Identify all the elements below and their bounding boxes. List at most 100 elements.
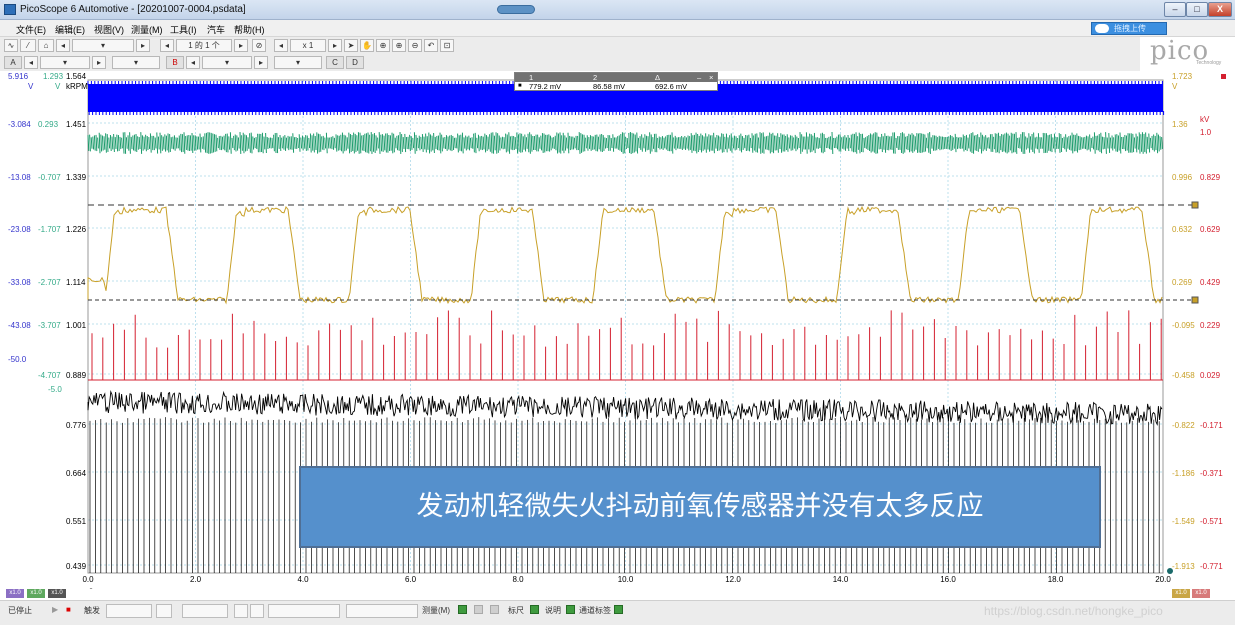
menu-bar: 文件(E) 编辑(E) 视图(V) 测量(M) 工具(I) 汽车 帮助(H) <box>0 20 1235 37</box>
spectrum-icon[interactable]: ⌂ <box>38 39 54 52</box>
scale-right-d: -0.095 <box>1172 321 1195 330</box>
ruler-label: 标尺 <box>508 606 524 615</box>
minimize-icon[interactable]: – <box>697 73 701 82</box>
zoom-prev-button[interactable]: ◂ <box>274 39 288 52</box>
channel-chip-a[interactable]: x1.0 <box>6 589 24 598</box>
hand-tool-icon[interactable]: ✋ <box>360 39 374 52</box>
menu-measure[interactable]: 测量(M) <box>131 23 163 36</box>
zoom-next-button[interactable]: ▸ <box>328 39 342 52</box>
trigger-label: 触发 <box>84 606 100 615</box>
channel-c-label: C <box>332 58 338 67</box>
unit-right: V <box>1172 82 1178 91</box>
scale-right-e: -0.171 <box>1200 421 1223 430</box>
rising-edge-icon[interactable] <box>234 604 248 618</box>
unit-c: kRPM <box>66 82 88 91</box>
channel-chip-e[interactable]: x1.0 <box>1192 589 1210 598</box>
stop-icon[interactable]: ■ <box>66 605 71 614</box>
x-tick-label: 2.0 <box>190 575 202 584</box>
minimize-button[interactable]: – <box>1164 2 1186 17</box>
notes-label: 说明 <box>545 606 561 615</box>
scale-left-a: -23.08 <box>8 225 31 234</box>
zoom-in-icon[interactable]: ⊕ <box>392 39 406 52</box>
channel-b-button[interactable]: B <box>166 56 184 69</box>
scale-left-c: 0.776 <box>66 421 87 430</box>
channel-chip-d[interactable]: x1.0 <box>1172 589 1190 598</box>
channel-d-button[interactable]: D <box>346 56 364 69</box>
channel-d-label: D <box>352 58 358 67</box>
scale-left-b: -4.707 <box>38 371 61 380</box>
channel-a-range-select[interactable]: ▾ <box>40 56 90 69</box>
persistence-icon[interactable]: ⁄ <box>20 39 36 52</box>
close-icon[interactable]: × <box>709 73 713 82</box>
scale-right-e: -0.371 <box>1200 469 1223 478</box>
select-tool-icon[interactable]: ➤ <box>344 39 358 52</box>
channel-b-range-select[interactable]: ▾ <box>202 56 252 69</box>
menu-file[interactable]: 文件(E) <box>16 23 46 36</box>
trigger-edge-icon[interactable] <box>156 604 172 618</box>
chevron-left-icon[interactable]: ◂ <box>186 56 200 69</box>
channel-tags-toggle-icon[interactable] <box>614 605 626 615</box>
menu-view[interactable]: 视图(V) <box>94 23 124 36</box>
ruler-handle-icon <box>1191 296 1199 304</box>
chevron-left-icon[interactable]: ◂ <box>24 56 38 69</box>
channel-a-label: A <box>10 58 16 67</box>
scale-right-d: -1.549 <box>1172 517 1195 526</box>
trigger-level-field[interactable] <box>268 604 340 618</box>
stop-icon[interactable]: ⊘ <box>252 39 266 52</box>
scale-right-d: -0.822 <box>1172 421 1195 430</box>
channel-c-button[interactable]: C <box>326 56 344 69</box>
scope-mode-icon[interactable]: ∿ <box>4 39 18 52</box>
ruler-measurement-box[interactable]: 1 2 Δ – × ■ 779.2 mV 86.58 mV 692.6 mV <box>514 72 718 91</box>
chevron-right-icon[interactable]: ▸ <box>136 39 150 52</box>
add-measure-icon[interactable] <box>458 605 470 615</box>
scale-right-e: 0.229 <box>1200 321 1221 330</box>
timebase-select[interactable]: ▾ <box>72 39 134 52</box>
scale-left-a: -3.084 <box>8 120 31 129</box>
pre-trigger-field[interactable] <box>346 604 418 618</box>
scale-left-c: 0.551 <box>66 517 87 526</box>
zoom-out-icon[interactable]: ⊖ <box>408 39 422 52</box>
scale-left-b: -3.707 <box>38 321 61 330</box>
page-next-button[interactable]: ▸ <box>234 39 248 52</box>
zoom-area-icon[interactable]: ⊕ <box>376 39 390 52</box>
scale-left-a: -13.08 <box>8 173 31 182</box>
scale-kv: 1.0 <box>1200 128 1212 137</box>
scale-right-d: -1.186 <box>1172 469 1195 478</box>
page-prev-button[interactable]: ◂ <box>160 39 174 52</box>
channel-a-button[interactable]: A <box>4 56 22 69</box>
menu-edit[interactable]: 编辑(E) <box>55 23 85 36</box>
channel-b-coupling-select[interactable]: ▾ <box>274 56 322 69</box>
upload-button[interactable]: 拖拽上传 <box>1091 22 1167 35</box>
scale-left-b: -2.707 <box>38 278 61 287</box>
channel-chip-b[interactable]: x1.0 <box>27 589 45 598</box>
falling-edge-icon[interactable] <box>250 604 264 618</box>
chevron-right-icon[interactable]: ▸ <box>92 56 106 69</box>
ruler-toggle-icon[interactable] <box>530 605 542 615</box>
edit-measure-icon[interactable] <box>474 605 486 615</box>
channel-chip-c[interactable]: x1.0 <box>48 589 66 598</box>
trigger-mode-select[interactable] <box>106 604 152 618</box>
measure-label: 测量(M) <box>422 606 450 615</box>
scale-left-b: 0.293 <box>38 120 59 129</box>
upload-label: 拖拽上传 <box>1114 24 1146 33</box>
menu-automotive[interactable]: 汽车 <box>207 23 225 36</box>
run-icon[interactable]: ▶ <box>52 605 58 614</box>
notes-toggle-icon[interactable] <box>566 605 578 615</box>
channel-a-coupling-select[interactable]: ▾ <box>112 56 160 69</box>
chevron-right-icon[interactable]: ▸ <box>254 56 268 69</box>
delete-measure-icon[interactable] <box>490 605 502 615</box>
x-tick-label: 10.0 <box>618 575 634 584</box>
channel-swatch-icon: ■ <box>518 83 522 89</box>
ruler-handle-icon <box>1191 201 1199 209</box>
menu-help[interactable]: 帮助(H) <box>234 23 265 36</box>
scale-right-d: -1.913 <box>1172 562 1195 571</box>
scale-left-c: 1.339 <box>66 173 87 182</box>
scale-left-c: 1.226 <box>66 225 87 234</box>
undo-zoom-icon[interactable]: ↶ <box>424 39 438 52</box>
zoom-fit-icon[interactable]: ⊡ <box>440 39 454 52</box>
close-button[interactable]: X <box>1208 2 1232 17</box>
trigger-source-select[interactable] <box>182 604 228 618</box>
chevron-left-icon[interactable]: ◂ <box>56 39 70 52</box>
maximize-button[interactable]: □ <box>1186 2 1208 17</box>
menu-tools[interactable]: 工具(I) <box>170 23 197 36</box>
